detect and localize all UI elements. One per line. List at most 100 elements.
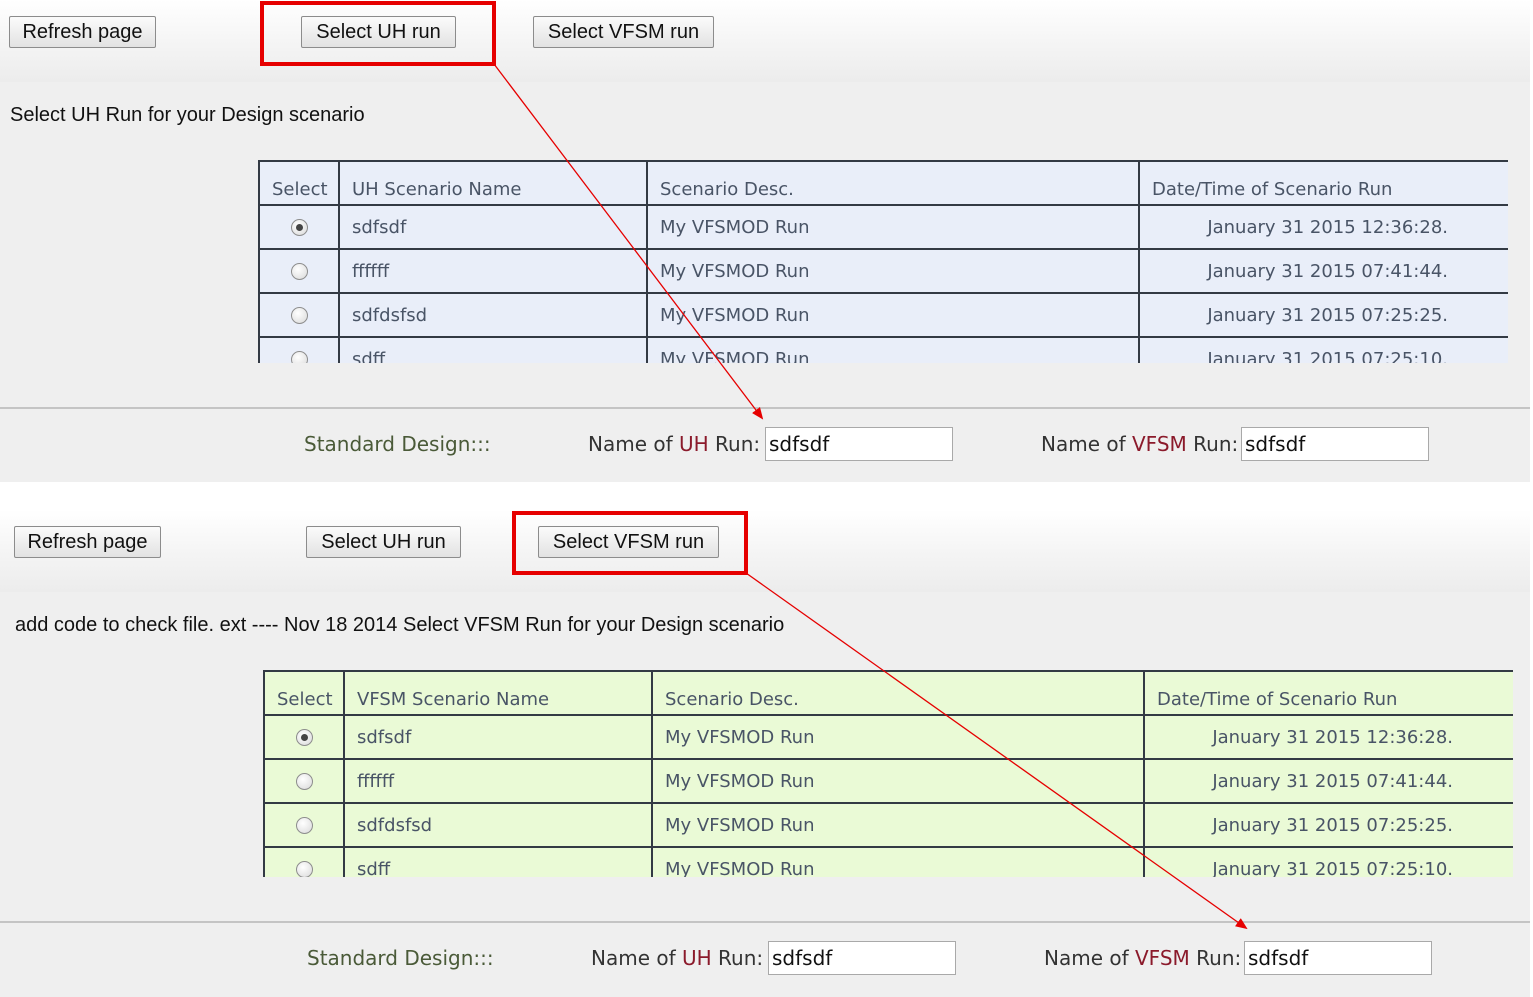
table-row[interactable]: sdfsdf My VFSMOD Run January 31 2015 12:… bbox=[263, 714, 1513, 760]
column-header-date-time: Date/Time of Scenario Run bbox=[1138, 160, 1508, 206]
scenario-desc-cell: My VFSMOD Run bbox=[651, 714, 1145, 760]
scenario-desc-cell: My VFSMOD Run bbox=[646, 292, 1140, 338]
uh-run-label: Name of UH Run: bbox=[591, 946, 763, 970]
select-cell bbox=[263, 802, 345, 848]
toolbar: Refresh page Select UH run Select VFSM r… bbox=[0, 0, 1530, 82]
scenario-name-cell: ffffff bbox=[343, 758, 653, 804]
label-accent: VFSM bbox=[1132, 432, 1187, 456]
scenario-name-cell: ffffff bbox=[338, 248, 648, 294]
scenario-desc-cell: My VFSMOD Run bbox=[646, 204, 1140, 250]
label-accent: UH bbox=[679, 432, 709, 456]
section-caption: Select UH Run for your Design scenario bbox=[10, 104, 365, 126]
table-row[interactable]: sdff My VFSMOD Run January 31 2015 07:25… bbox=[263, 846, 1513, 877]
scenario-date-cell: January 31 2015 07:25:25. bbox=[1143, 802, 1513, 848]
vfsm-run-name-input[interactable]: sdfsdf bbox=[1244, 941, 1432, 975]
table-header-row: Select VFSM Scenario Name Scenario Desc.… bbox=[263, 670, 1513, 716]
uh-run-label: Name of UH Run: bbox=[588, 432, 760, 456]
scenario-radio[interactable] bbox=[295, 729, 313, 746]
label-accent: VFSM bbox=[1135, 946, 1190, 970]
scenario-radio[interactable] bbox=[290, 263, 308, 280]
label-text: Run: bbox=[1186, 432, 1239, 456]
uh-run-name-input[interactable]: sdfsdf bbox=[765, 427, 953, 461]
scenario-desc-cell: My VFSMOD Run bbox=[651, 758, 1145, 804]
divider bbox=[0, 407, 1530, 409]
vfsm-selection-panel: Refresh page Select UH run Select VFSM r… bbox=[0, 510, 1530, 997]
standard-design-label: Standard Design::: bbox=[304, 432, 491, 456]
column-header-select: Select bbox=[263, 670, 345, 716]
scenario-radio[interactable] bbox=[290, 351, 308, 363]
uh-selection-panel: Refresh page Select UH run Select VFSM r… bbox=[0, 0, 1530, 482]
uh-scenario-table: Select UH Scenario Name Scenario Desc. D… bbox=[258, 160, 1508, 363]
highlight-box bbox=[260, 1, 496, 66]
scenario-radio[interactable] bbox=[290, 219, 308, 236]
design-footer: Standard Design::: Name of UH Run: sdfsd… bbox=[0, 924, 1530, 997]
scenario-name-cell: sdfsdf bbox=[338, 204, 648, 250]
scenario-date-cell: January 31 2015 07:41:44. bbox=[1143, 758, 1513, 804]
scenario-date-cell: January 31 2015 07:25:25. bbox=[1138, 292, 1508, 338]
label-text: Name of bbox=[588, 432, 679, 456]
scenario-date-cell: January 31 2015 07:25:10. bbox=[1143, 846, 1513, 877]
scenario-radio[interactable] bbox=[290, 307, 308, 324]
table-row[interactable]: ffffff My VFSMOD Run January 31 2015 07:… bbox=[258, 248, 1508, 294]
scenario-radio[interactable] bbox=[295, 861, 313, 877]
design-footer: Standard Design::: Name of UH Run: sdfsd… bbox=[0, 410, 1530, 482]
vfsm-run-label: Name of VFSM Run: bbox=[1044, 946, 1241, 970]
standard-design-label: Standard Design::: bbox=[307, 946, 494, 970]
scenario-desc-cell: My VFSMOD Run bbox=[651, 846, 1145, 877]
table-row[interactable]: ffffff My VFSMOD Run January 31 2015 07:… bbox=[263, 758, 1513, 804]
uh-run-name-input[interactable]: sdfsdf bbox=[768, 941, 956, 975]
select-cell bbox=[258, 336, 340, 363]
column-header-date-time: Date/Time of Scenario Run bbox=[1143, 670, 1513, 716]
toolbar: Refresh page Select UH run Select VFSM r… bbox=[0, 510, 1530, 592]
table-row[interactable]: sdfsdf My VFSMOD Run January 31 2015 12:… bbox=[258, 204, 1508, 250]
column-header-select: Select bbox=[258, 160, 340, 206]
table-header-row: Select UH Scenario Name Scenario Desc. D… bbox=[258, 160, 1508, 206]
select-uh-run-button[interactable]: Select UH run bbox=[306, 526, 461, 558]
column-header-scenario-name: UH Scenario Name bbox=[338, 160, 648, 206]
vfsm-run-name-input[interactable]: sdfsdf bbox=[1241, 427, 1429, 461]
column-header-scenario-desc: Scenario Desc. bbox=[651, 670, 1145, 716]
select-cell bbox=[258, 248, 340, 294]
select-cell bbox=[263, 846, 345, 877]
label-text: Run: bbox=[708, 432, 761, 456]
scenario-name-cell: sdff bbox=[338, 336, 648, 363]
uh-scenario-table-scroll[interactable]: Select UH Scenario Name Scenario Desc. D… bbox=[258, 160, 1508, 363]
column-header-scenario-desc: Scenario Desc. bbox=[646, 160, 1140, 206]
highlight-box bbox=[512, 511, 748, 575]
scenario-name-cell: sdfdsfsd bbox=[338, 292, 648, 338]
select-cell bbox=[258, 292, 340, 338]
scenario-date-cell: January 31 2015 07:25:10. bbox=[1138, 336, 1508, 363]
scenario-radio[interactable] bbox=[295, 817, 313, 834]
select-cell bbox=[258, 204, 340, 250]
table-row[interactable]: sdff My VFSMOD Run January 31 2015 07:25… bbox=[258, 336, 1508, 363]
select-cell bbox=[263, 714, 345, 760]
scenario-name-cell: sdfdsfsd bbox=[343, 802, 653, 848]
label-accent: UH bbox=[682, 946, 712, 970]
table-row[interactable]: sdfdsfsd My VFSMOD Run January 31 2015 0… bbox=[263, 802, 1513, 848]
label-text: Run: bbox=[711, 946, 764, 970]
scenario-date-cell: January 31 2015 07:41:44. bbox=[1138, 248, 1508, 294]
label-text: Name of bbox=[591, 946, 682, 970]
vfsm-scenario-table: Select VFSM Scenario Name Scenario Desc.… bbox=[263, 670, 1513, 877]
scenario-desc-cell: My VFSMOD Run bbox=[651, 802, 1145, 848]
select-vfsm-run-button[interactable]: Select VFSM run bbox=[533, 16, 714, 48]
scenario-name-cell: sdff bbox=[343, 846, 653, 877]
refresh-page-button[interactable]: Refresh page bbox=[9, 16, 156, 48]
label-text: Run: bbox=[1189, 946, 1242, 970]
scenario-name-cell: sdfsdf bbox=[343, 714, 653, 760]
table-row[interactable]: sdfdsfsd My VFSMOD Run January 31 2015 0… bbox=[258, 292, 1508, 338]
scenario-date-cell: January 31 2015 12:36:28. bbox=[1143, 714, 1513, 760]
vfsm-run-label: Name of VFSM Run: bbox=[1041, 432, 1238, 456]
column-header-scenario-name: VFSM Scenario Name bbox=[343, 670, 653, 716]
select-cell bbox=[263, 758, 345, 804]
label-text: Name of bbox=[1044, 946, 1135, 970]
scenario-desc-cell: My VFSMOD Run bbox=[646, 248, 1140, 294]
divider bbox=[0, 921, 1530, 923]
scenario-desc-cell: My VFSMOD Run bbox=[646, 336, 1140, 363]
scenario-date-cell: January 31 2015 12:36:28. bbox=[1138, 204, 1508, 250]
vfsm-scenario-table-scroll[interactable]: Select VFSM Scenario Name Scenario Desc.… bbox=[263, 670, 1513, 877]
section-caption: add code to check file. ext ---- Nov 18 … bbox=[15, 614, 785, 636]
label-text: Name of bbox=[1041, 432, 1132, 456]
refresh-page-button[interactable]: Refresh page bbox=[14, 526, 161, 558]
scenario-radio[interactable] bbox=[295, 773, 313, 790]
